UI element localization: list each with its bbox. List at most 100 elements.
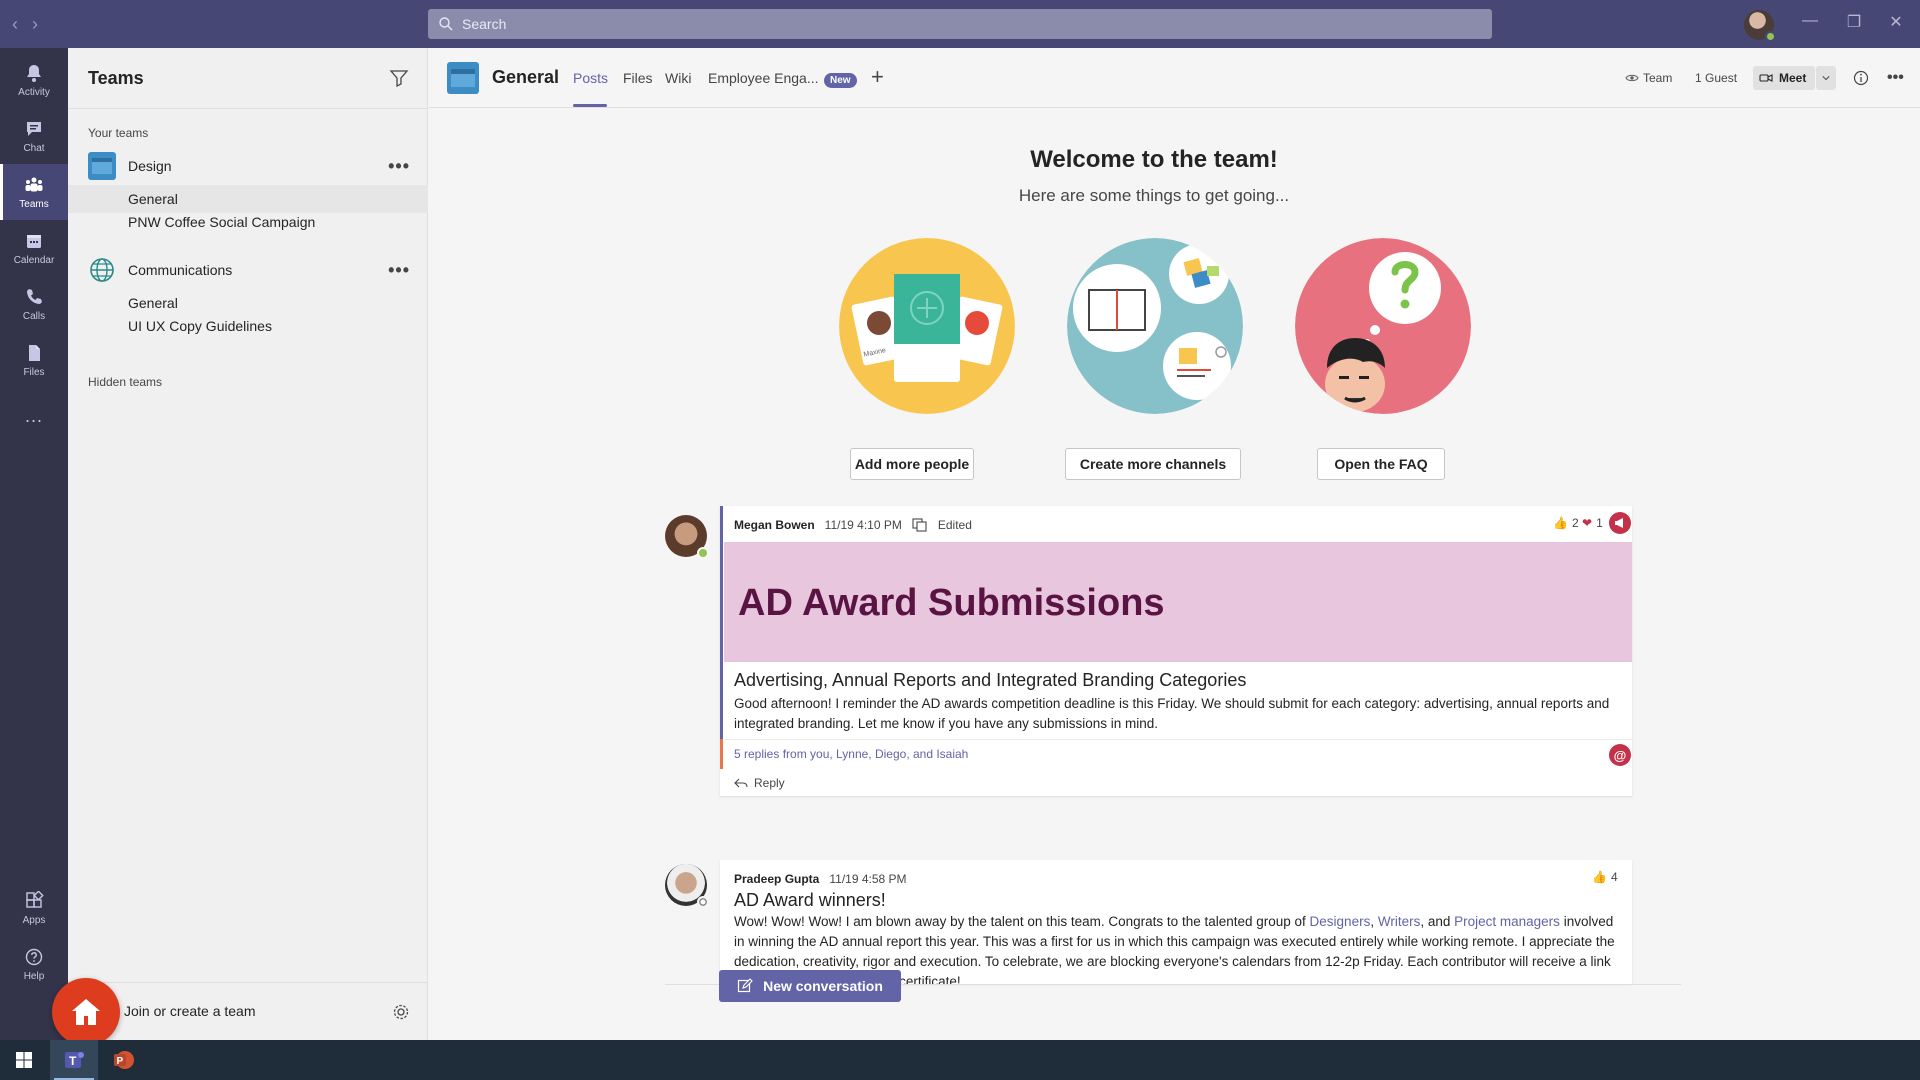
new-conversation-button[interactable]: New conversation <box>719 970 901 1002</box>
main-content: General Posts Files Wiki Employee Enga..… <box>429 48 1920 1040</box>
presence-offline-icon <box>697 896 709 908</box>
home-floating-button[interactable] <box>52 978 120 1046</box>
create-more-channels-button[interactable]: Create more channels <box>1065 448 1241 480</box>
powerpoint-app-icon[interactable]: P <box>100 1040 148 1080</box>
gear-icon[interactable] <box>392 1003 410 1021</box>
add-more-people-button[interactable]: Add more people <box>850 448 974 480</box>
replies-summary-link[interactable]: 5 replies from you, Lynne, Diego, and Is… <box>724 739 1632 769</box>
filter-icon[interactable] <box>389 68 409 88</box>
close-button[interactable]: ✕ <box>1886 12 1906 32</box>
search-input[interactable]: Search <box>428 9 1492 39</box>
restore-button[interactable]: ❐ <box>1844 12 1864 32</box>
app-bar-more[interactable]: ... <box>0 388 68 444</box>
windows-start-icon[interactable] <box>0 1040 48 1080</box>
post-author[interactable]: Pradeep Gupta <box>734 872 819 886</box>
compose-icon <box>737 978 753 993</box>
post-subject: AD Award winners! <box>734 890 886 910</box>
design-team-logo-icon <box>88 152 116 180</box>
team-view-button[interactable]: Team <box>1619 66 1678 90</box>
panel-title: Teams <box>88 68 144 88</box>
megaphone-icon <box>1615 518 1623 528</box>
post-meta: Pradeep Gupta 11/19 4:58 PM <box>734 872 907 886</box>
team-item-communications[interactable]: Communications ••• <box>68 254 428 286</box>
like-reaction[interactable]: 👍 2 <box>1553 516 1579 530</box>
design-team-logo-icon <box>447 62 479 94</box>
post-author[interactable]: Megan Bowen <box>734 518 815 532</box>
post-timestamp: 11/19 4:58 PM <box>829 872 907 886</box>
app-bar-calls[interactable]: Calls <box>0 276 68 332</box>
reply-arrow-icon <box>734 778 748 788</box>
post-timestamp: 11/19 4:10 PM <box>824 518 902 532</box>
search-icon <box>439 17 453 31</box>
hidden-teams-label[interactable]: Hidden teams <box>88 375 162 389</box>
mention-designers[interactable]: Designers <box>1310 914 1371 929</box>
heart-icon: ❤ <box>1582 516 1593 530</box>
post-meta: Megan Bowen 11/19 4:10 PM Edited <box>734 518 972 532</box>
app-bar-files[interactable]: Files <box>0 332 68 388</box>
guest-count-button[interactable]: 1 Guest <box>1689 66 1743 90</box>
add-tab-button[interactable]: + <box>871 64 884 90</box>
minimize-button[interactable]: — <box>1800 12 1820 30</box>
avatar[interactable] <box>665 515 709 559</box>
channel-item-pnw-coffee[interactable]: PNW Coffee Social Campaign <box>68 208 428 236</box>
file-icon <box>29 344 40 361</box>
app-bar-help[interactable]: Help <box>0 936 68 992</box>
bell-icon <box>27 64 41 82</box>
chevron-down-icon <box>1822 76 1830 81</box>
channel-more-options[interactable]: ••• <box>1881 66 1910 90</box>
edited-label: Edited <box>937 518 972 532</box>
info-icon <box>1853 70 1869 86</box>
app-bar-activity[interactable]: Activity <box>0 52 68 108</box>
welcome-title: Welcome to the team! <box>1030 146 1278 173</box>
replies-accent <box>720 739 723 769</box>
profile-avatar[interactable] <box>1744 10 1776 42</box>
tab-employee-engagement[interactable]: Employee Enga... <box>708 70 819 86</box>
mention-project-managers[interactable]: Project managers <box>1454 914 1560 929</box>
app-bar-teams[interactable]: Teams <box>0 164 68 220</box>
team-more-options[interactable]: ••• <box>388 260 410 281</box>
tab-files[interactable]: Files <box>623 70 653 86</box>
add-people-illustration: Maxine <box>839 238 1015 414</box>
eye-icon <box>1625 74 1639 82</box>
join-create-team-link[interactable]: Join or create a team <box>124 1003 256 1019</box>
history-nav: ‹ › <box>12 12 38 36</box>
post-card: Megan Bowen 11/19 4:10 PM Edited 👍 2 ❤ 1… <box>720 506 1632 796</box>
title-bar: ‹ › Search — ❐ ✕ <box>0 0 1920 48</box>
meet-dropdown[interactable] <box>1816 66 1836 90</box>
apps-icon <box>26 890 44 908</box>
team-item-design[interactable]: Design ••• <box>68 150 428 182</box>
open-faq-button[interactable]: Open the FAQ <box>1317 448 1445 480</box>
copy-link-icon[interactable] <box>912 518 928 532</box>
faq-illustration <box>1295 238 1471 414</box>
reply-button[interactable]: Reply <box>734 776 785 790</box>
meet-button[interactable]: Meet <box>1753 66 1815 90</box>
channel-info-button[interactable] <box>1847 66 1875 90</box>
teams-app-icon[interactable]: T <box>50 1040 98 1080</box>
app-bar-chat[interactable]: Chat <box>0 108 68 164</box>
forward-arrow-icon[interactable]: › <box>32 12 38 36</box>
mention-badge: @ <box>1609 744 1631 766</box>
app-bar-calendar[interactable]: Calendar <box>0 220 68 276</box>
active-tab-indicator <box>573 104 607 107</box>
welcome-subtitle: Here are some things to get going... <box>1018 186 1290 205</box>
channel-item-ui-ux-copy[interactable]: UI UX Copy Guidelines <box>68 312 428 340</box>
app-bar-apps[interactable]: Apps <box>0 880 68 936</box>
panel-divider <box>68 108 428 109</box>
announcement-badge <box>1609 512 1631 534</box>
tab-posts[interactable]: Posts <box>573 70 608 86</box>
like-reaction[interactable]: 👍 4 <box>1592 870 1618 884</box>
post-card: Pradeep Gupta 11/19 4:58 PM 👍 4 AD Award… <box>720 860 1632 984</box>
team-name: Communications <box>128 262 233 278</box>
back-arrow-icon[interactable]: ‹ <box>12 12 18 36</box>
phone-icon <box>27 288 42 304</box>
teams-app-letter: T <box>69 1054 77 1068</box>
team-more-options[interactable]: ••• <box>388 156 410 177</box>
heart-reaction[interactable]: ❤ 1 <box>1582 516 1603 530</box>
avatar[interactable] <box>665 864 709 908</box>
your-teams-label: Your teams <box>88 126 149 140</box>
tab-wiki[interactable]: Wiki <box>665 70 691 86</box>
help-icon <box>25 948 43 965</box>
channel-header: General Posts Files Wiki Employee Enga..… <box>429 48 1920 108</box>
mention-writers[interactable]: Writers <box>1378 914 1421 929</box>
home-icon <box>72 999 100 1025</box>
